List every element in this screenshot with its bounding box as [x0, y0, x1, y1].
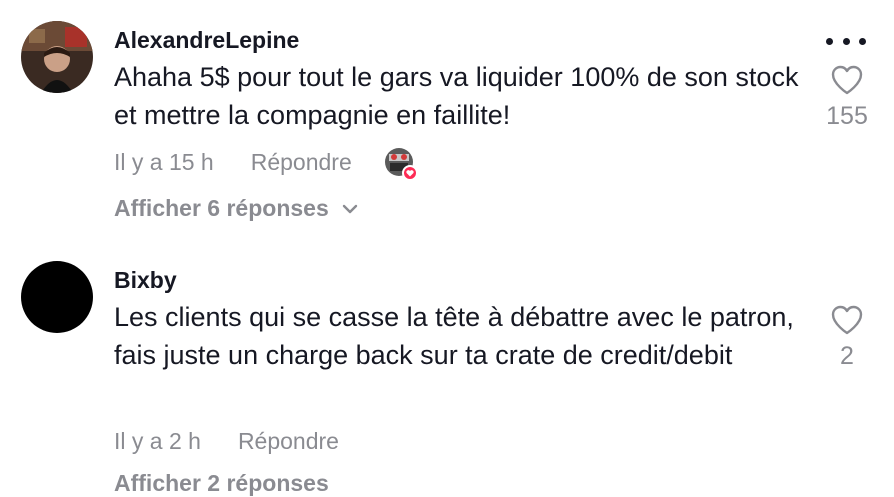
- like-count: 155: [826, 102, 868, 130]
- creator-liked-badge: [384, 147, 418, 181]
- view-replies-label: Afficher 6 réponses: [114, 195, 329, 221]
- comment-text: Ahaha 5$ pour tout le gars va liquider 1…: [114, 62, 799, 130]
- comment-meta: Il y a 15 h Répondre: [114, 147, 418, 181]
- comment-item: Bixby Les clients qui se casse la tête à…: [0, 240, 894, 496]
- comment-timestamp: Il y a 15 h: [114, 148, 214, 175]
- creator-avatar-icon: [384, 148, 418, 181]
- avatar[interactable]: [21, 21, 93, 93]
- reply-button[interactable]: Répondre: [238, 428, 339, 455]
- heart-icon: [831, 65, 863, 95]
- view-replies-button[interactable]: Afficher 2 réponses: [114, 470, 329, 497]
- reply-button[interactable]: Répondre: [251, 149, 352, 176]
- chevron-down-icon: [342, 204, 357, 213]
- view-replies-button[interactable]: Afficher 6 réponses: [114, 195, 359, 222]
- comment-timestamp: Il y a 2 h: [114, 427, 201, 454]
- comment-username[interactable]: Bixby: [114, 267, 177, 294]
- comment-item: AlexandreLepine Ahaha 5$ pour tout le ga…: [0, 0, 894, 240]
- like-button[interactable]: 2: [817, 304, 877, 371]
- comment-text: Les clients qui se casse la tête à débat…: [114, 302, 794, 370]
- avatar[interactable]: [21, 261, 93, 333]
- heart-icon: [831, 305, 863, 335]
- like-count: 2: [840, 342, 854, 370]
- comment-username[interactable]: AlexandreLepine: [114, 27, 299, 54]
- like-button[interactable]: 155: [817, 64, 877, 131]
- comment-meta: Il y a 2 h Répondre: [114, 426, 339, 456]
- view-replies-label: Afficher 2 réponses: [114, 470, 329, 496]
